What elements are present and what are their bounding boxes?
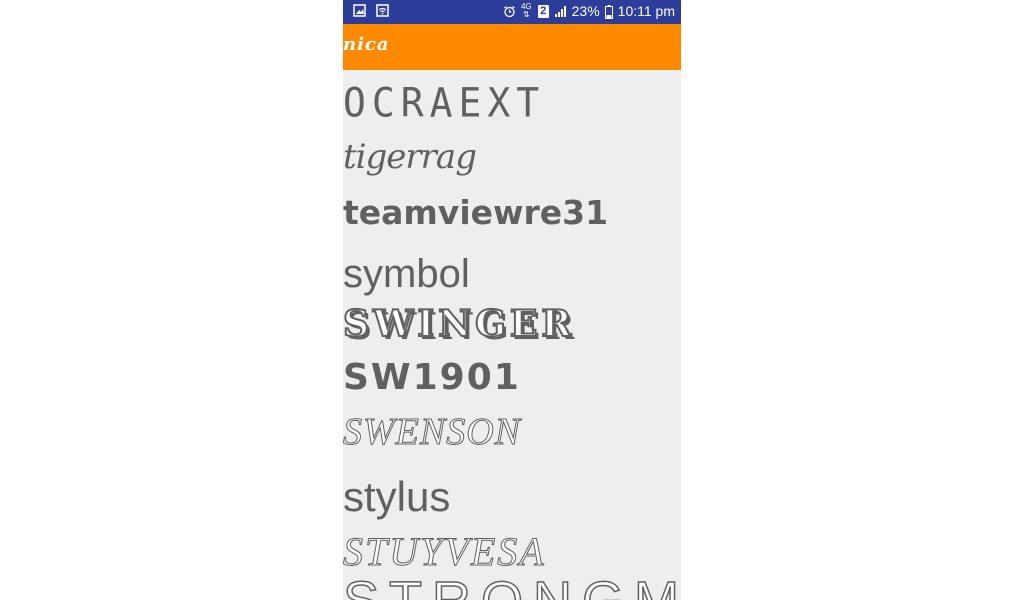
app-toolbar: nica: [343, 24, 681, 70]
font-list-item[interactable]: SWENSON: [343, 413, 521, 452]
font-list-item[interactable]: SWINGER: [343, 305, 575, 343]
system-icons: 4G ⇅ 2 23% 10:11 pm: [503, 3, 675, 19]
data-arrows-icon: ⇅: [522, 10, 530, 19]
clock: 10:11 pm: [617, 3, 675, 19]
font-list-item[interactable]: STRONGM: [343, 573, 681, 600]
toolbar-title: nica: [343, 34, 390, 55]
font-list-item[interactable]: stylus: [343, 476, 450, 518]
battery-icon: [604, 4, 613, 19]
status-bar: 4G ⇅ 2 23% 10:11 pm: [343, 0, 681, 24]
font-list[interactable]: OCRAEXT tigerrag teamviewre31 symbol SWI…: [343, 70, 681, 600]
notification-icons: [353, 4, 389, 17]
phone-screen: 4G ⇅ 2 23% 10:11 pm nica OCRAEXT tigerra…: [343, 0, 681, 600]
font-list-item[interactable]: teamviewre31: [343, 196, 608, 229]
battery-percent: 23%: [571, 3, 600, 19]
font-list-item[interactable]: symbol: [343, 254, 470, 294]
alarm-icon: [503, 5, 516, 18]
font-list-item[interactable]: tigerrag: [343, 140, 477, 174]
font-list-item[interactable]: OCRAEXT: [343, 83, 545, 123]
cell-signal-icon: [554, 5, 567, 18]
sim-badge: 2: [537, 4, 549, 18]
wifi-signal-icon: [376, 4, 389, 17]
font-list-item[interactable]: STUYVESA: [343, 531, 546, 572]
font-list-item[interactable]: SW1901: [343, 360, 521, 396]
network-type-badge: 4G ⇅: [521, 3, 532, 19]
gallery-icon: [353, 4, 366, 17]
